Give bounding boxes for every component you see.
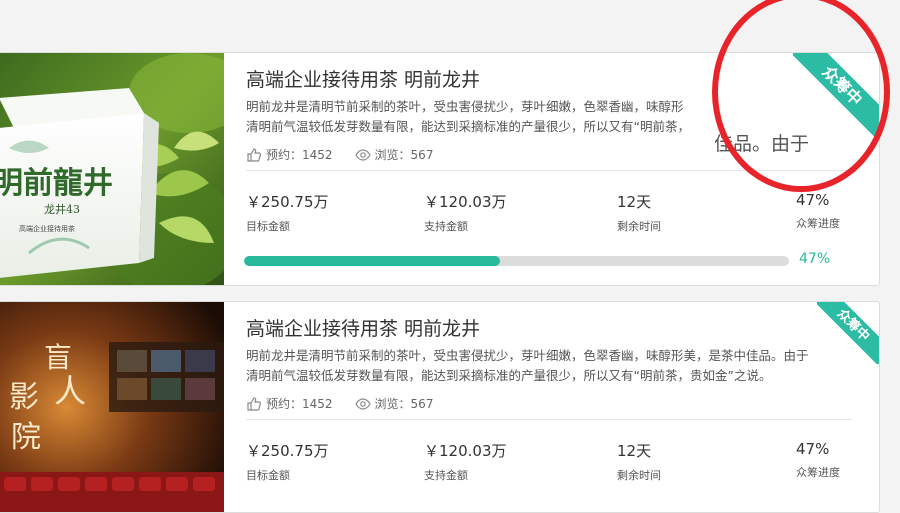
project-card[interactable]: 明前龍井 龙井43 高端企业接待用茶 高端企业接待用茶 明前龙井 明前龙井是清明… (0, 52, 880, 286)
like-count-text: 预约：1452 (266, 397, 333, 411)
stat-support: ￥120.03万 支持金额 (424, 191, 507, 234)
description-line: 明前龙井是清明节前采制的茶叶，受虫害侵扰少，芽叶细嫩，色翠香幽，味醇形美，是茶中… (246, 348, 809, 363)
stat-progress: 47% 众筹进度 (796, 191, 840, 231)
stat-target: ￥250.75万 目标金额 (246, 191, 329, 234)
description-line: 清明前气温较低发芽数量有限，能达到采摘标准的产量很少，所以又有“明前茶，贵如金”… (246, 368, 772, 383)
divider (246, 170, 852, 171)
progress-bar-fill (244, 256, 501, 266)
status-ribbon: 众筹中 (793, 53, 879, 139)
target-label: 目标金额 (246, 469, 290, 482)
view-count: 浏览：567 (354, 146, 434, 163)
days-label: 剩余时间 (617, 469, 661, 482)
tea-brand-text: 明前龍井 (0, 166, 113, 201)
thumbs-up-icon (247, 396, 261, 411)
days-left: 12天 (617, 193, 652, 211)
status-badge: 众筹中 (793, 53, 879, 139)
cinema-title-char: 盲 (44, 341, 72, 374)
progress-bar-percent: 47% (799, 251, 831, 267)
cinema-title-char: 影 (9, 380, 39, 415)
support-label: 支持金额 (424, 220, 468, 233)
target-label: 目标金额 (246, 220, 290, 233)
target-amount: ￥250.75万 (246, 442, 329, 460)
cinema-image: 盲 人 影 院 (0, 302, 224, 512)
status-ribbon: 众筹中 (817, 302, 879, 364)
project-title[interactable]: 高端企业接待用茶 明前龙井 (246, 65, 480, 92)
like-count[interactable]: 预约：1452 (246, 395, 333, 412)
view-count-text: 浏览：567 (374, 148, 434, 162)
status-badge: 众筹中 (817, 302, 879, 364)
like-count[interactable]: 预约：1452 (246, 146, 333, 163)
stat-days: 12天 剩余时间 (617, 191, 661, 234)
progress-percent: 47% (796, 191, 830, 209)
support-label: 支持金额 (424, 469, 468, 482)
cinema-title-char: 院 (11, 420, 41, 455)
project-thumbnail-tea[interactable]: 明前龍井 龙井43 高端企业接待用茶 (0, 53, 224, 285)
stats-row: ￥250.75万 目标金额 ￥120.03万 支持金额 12天 剩余时间 47%… (246, 191, 866, 234)
tea-sub-text: 龙井43 (44, 202, 80, 216)
support-amount: ￥120.03万 (424, 442, 507, 460)
progress-bar (244, 256, 789, 266)
stat-days: 12天 剩余时间 (617, 440, 661, 483)
like-count-text: 预约：1452 (266, 148, 333, 162)
progress-label: 众筹进度 (796, 466, 840, 479)
divider (246, 419, 852, 420)
stat-target: ￥250.75万 目标金额 (246, 440, 329, 483)
support-amount: ￥120.03万 (424, 193, 507, 211)
stat-support: ￥120.03万 支持金额 (424, 440, 507, 483)
view-count: 浏览：567 (354, 395, 434, 412)
tea-caption-text: 高端企业接待用茶 (19, 224, 75, 233)
eye-icon (354, 148, 371, 161)
target-amount: ￥250.75万 (246, 193, 329, 211)
stats-row: ￥250.75万 目标金额 ￥120.03万 支持金额 12天 剩余时间 47%… (246, 440, 866, 483)
cinema-title-char: 人 (54, 372, 86, 410)
project-title[interactable]: 高端企业接待用茶 明前龙井 (246, 314, 480, 341)
progress-label: 众筹进度 (796, 217, 840, 230)
eye-icon (354, 397, 371, 410)
progress-percent: 47% (796, 440, 830, 458)
project-description: 明前龙井是清明节前采制的茶叶，受虫害侵扰少，芽叶细嫩，色翠香幽，味醇形美，是茶中… (246, 346, 846, 386)
thumbs-up-icon (247, 147, 261, 162)
project-thumbnail-cinema[interactable]: 盲 人 影 院 (0, 302, 224, 512)
description-line: 明前龙井是清明节前采制的茶叶，受虫害侵扰少，芽叶细嫩，色翠香幽，味醇形 (246, 99, 684, 114)
tea-box-image: 明前龍井 龙井43 高端企业接待用茶 (0, 53, 224, 285)
stat-progress: 47% 众筹进度 (796, 440, 840, 480)
days-label: 剩余时间 (617, 220, 661, 233)
days-left: 12天 (617, 442, 652, 460)
view-count-text: 浏览：567 (374, 397, 434, 411)
project-card[interactable]: 盲 人 影 院 高端企业接待用茶 明前龙井 明前龙井是清明节前采制的茶叶，受虫害… (0, 301, 880, 513)
